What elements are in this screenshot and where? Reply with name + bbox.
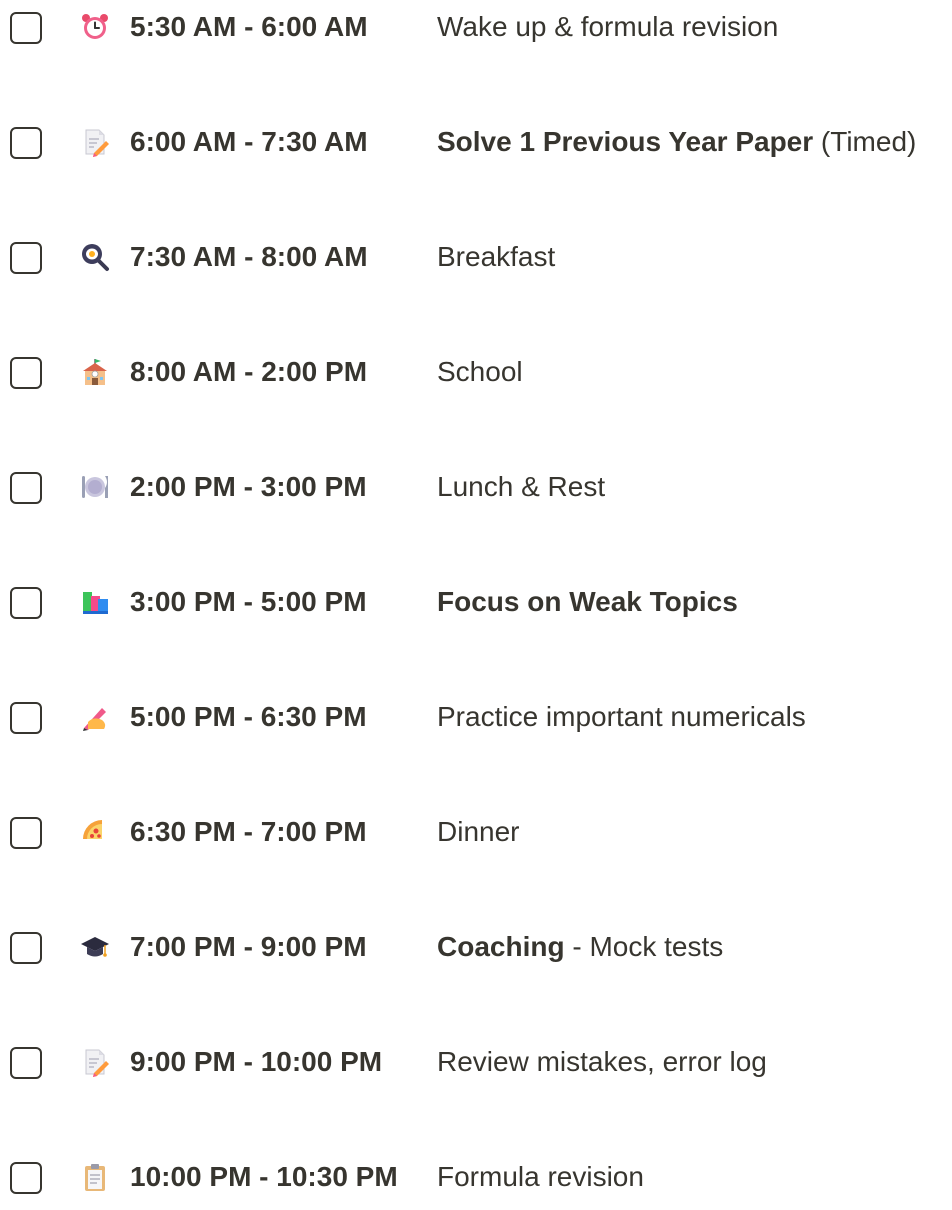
time-range: 5:00 PM - 6:30 PM [130, 701, 367, 732]
task-description: Practice important numericals [437, 701, 806, 732]
task-description: Breakfast [437, 241, 556, 272]
task-description: Review mistakes, error log [437, 1046, 767, 1077]
books-icon [80, 585, 110, 619]
task-checkbox[interactable] [10, 932, 42, 964]
memo-icon [80, 1045, 110, 1079]
list-item: 10:00 PM - 10:30 PM Formula revision [0, 1150, 952, 1210]
list-item: 6:00 AM - 7:30 AM Solve 1 Previous Year … [0, 115, 952, 175]
school-icon [80, 355, 110, 389]
fork-knife-plate-icon [80, 470, 110, 504]
frying-pan-egg-icon [80, 240, 110, 274]
task-checkbox[interactable] [10, 242, 42, 274]
clipboard-icon [80, 1160, 110, 1194]
time-range: 6:30 PM - 7:00 PM [130, 816, 367, 847]
task-checkbox[interactable] [10, 12, 42, 44]
task-description: Dinner [437, 816, 520, 847]
task-checkbox[interactable] [10, 702, 42, 734]
list-item: 3:00 PM - 5:00 PM Focus on Weak Topics [0, 575, 952, 635]
task-description: Formula revision [437, 1161, 644, 1192]
task-checkbox[interactable] [10, 472, 42, 504]
task-checkbox[interactable] [10, 357, 42, 389]
task-description: School [437, 356, 523, 387]
time-range: 7:30 AM - 8:00 AM [130, 241, 368, 272]
daily-schedule-checklist: 5:30 AM - 6:00 AM Wake up & formula revi… [0, 0, 952, 1196]
list-item: 8:00 AM - 2:00 PM School [0, 345, 952, 405]
list-item: 7:30 AM - 8:00 AM Breakfast [0, 230, 952, 290]
time-range: 9:00 PM - 10:00 PM [130, 1046, 383, 1077]
alarm-clock-icon [80, 10, 110, 44]
list-item: 9:00 PM - 10:00 PM Review mistakes, erro… [0, 1035, 952, 1095]
time-range: 3:00 PM - 5:00 PM [130, 586, 367, 617]
time-range: 10:00 PM - 10:30 PM [130, 1161, 398, 1192]
writing-hand-icon [80, 700, 110, 734]
task-checkbox[interactable] [10, 1162, 42, 1194]
task-description: Solve 1 Previous Year Paper (Timed) [437, 126, 917, 157]
task-description: Focus on Weak Topics [437, 586, 738, 617]
time-range: 6:00 AM - 7:30 AM [130, 126, 368, 157]
time-range: 5:30 AM - 6:00 AM [130, 11, 368, 42]
task-checkbox[interactable] [10, 817, 42, 849]
task-description: Wake up & formula revision [437, 11, 779, 42]
task-checkbox[interactable] [10, 127, 42, 159]
list-item: 5:00 PM - 6:30 PM Practice important num… [0, 690, 952, 750]
task-checkbox[interactable] [10, 1047, 42, 1079]
list-item: 7:00 PM - 9:00 PM Coaching - Mock tests [0, 920, 952, 980]
pizza-icon [80, 815, 110, 849]
task-description: Coaching - Mock tests [437, 931, 724, 962]
graduation-cap-icon [80, 930, 110, 964]
time-range: 2:00 PM - 3:00 PM [130, 471, 367, 502]
task-description: Lunch & Rest [437, 471, 606, 502]
memo-icon [80, 125, 110, 159]
time-range: 7:00 PM - 9:00 PM [130, 931, 367, 962]
time-range: 8:00 AM - 2:00 PM [130, 356, 368, 387]
list-item: 2:00 PM - 3:00 PM Lunch & Rest [0, 460, 952, 520]
list-item: 6:30 PM - 7:00 PM Dinner [0, 805, 952, 865]
list-item: 5:30 AM - 6:00 AM Wake up & formula revi… [0, 0, 952, 60]
task-checkbox[interactable] [10, 587, 42, 619]
